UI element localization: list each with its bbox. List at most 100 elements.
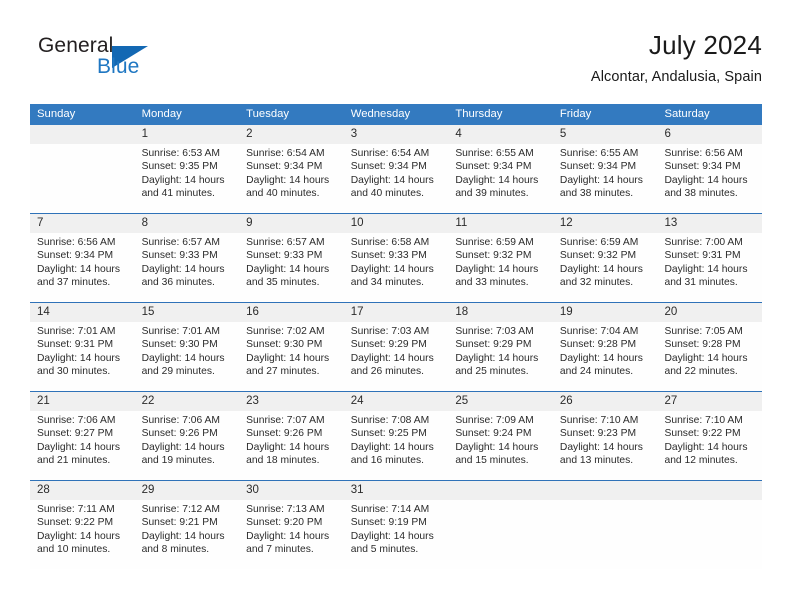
weekday-header-tuesday: Tuesday [246,108,290,120]
day-cell[interactable]: Sunrise: 7:02 AM Sunset: 9:30 PM Daylight:… [239,322,344,391]
day-number[interactable]: 31 [344,481,449,500]
general-blue-logo[interactable]: General Blue [38,34,238,90]
day-number[interactable]: 21 [30,392,135,411]
daylight-text: Daylight: 14 hours and 26 minutes. [350,352,434,377]
sunset-text: Sunset: 9:34 PM [664,161,741,173]
sunrise-text: Sunrise: 6:59 AM [455,237,534,248]
daylight-text: Daylight: 14 hours and 12 minutes. [664,441,748,466]
day-number[interactable]: 19 [553,303,658,322]
day-number[interactable]: 26 [553,392,658,411]
day-number[interactable]: 18 [448,303,553,322]
day-cell[interactable]: Sunrise: 7:10 AM Sunset: 9:23 PM Daylight:… [553,411,658,480]
sunrise-text: Sunrise: 7:06 AM [141,415,220,426]
week-row: 21 22 23 24 25 26 27 Sunrise: 7:06 AM Sunset: 9:… [30,391,762,480]
day-number[interactable]: 27 [657,392,762,411]
day-cell[interactable]: Sunrise: 7:06 AM Sunset: 9:27 PM Daylight:… [30,411,135,480]
sunrise-text: Sunrise: 7:00 AM [664,237,743,248]
sunrise-text: Sunrise: 6:57 AM [246,237,325,248]
day-cell[interactable]: Sunrise: 7:03 AM Sunset: 9:29 PM Daylight:… [448,322,553,391]
day-cell[interactable]: Sunrise: 6:59 AM Sunset: 9:32 PM Daylight:… [553,233,658,302]
day-cell[interactable]: Sunrise: 6:54 AM Sunset: 9:34 PM Daylight:… [344,144,449,213]
sunset-text: Sunset: 9:28 PM [664,339,741,351]
day-cell[interactable]: Sunrise: 6:56 AM Sunset: 9:34 PM Daylight:… [30,233,135,302]
daylight-text: Daylight: 14 hours and 36 minutes. [141,263,225,288]
day-number[interactable]: 17 [344,303,449,322]
day-cell[interactable]: Sunrise: 6:53 AM Sunset: 9:35 PM Daylight:… [135,144,240,213]
day-cell[interactable]: Sunrise: 7:11 AM Sunset: 9:22 PM Daylight:… [30,500,135,569]
sunset-text: Sunset: 9:34 PM [559,161,637,173]
day-detail-row: Sunrise: 7:11 AM Sunset: 9:22 PM Daylight:… [30,500,762,569]
day-number[interactable]: 23 [239,392,344,411]
day-cell[interactable]: Sunrise: 6:57 AM Sunset: 9:33 PM Daylight:… [135,233,240,302]
day-number[interactable]: 22 [135,392,240,411]
day-number[interactable]: 8 [135,214,240,233]
day-cell[interactable]: Sunrise: 7:04 AM Sunset: 9:28 PM Daylight:… [553,322,658,391]
sunset-text: Sunset: 9:25 PM [350,428,427,440]
day-number[interactable]: 12 [553,214,658,233]
day-number[interactable]: 15 [135,303,240,322]
day-cell[interactable]: Sunrise: 6:58 AM Sunset: 9:33 PM Daylight:… [344,233,449,302]
sunset-text: Sunset: 9:21 PM [141,517,218,529]
day-number[interactable]: 16 [239,303,344,322]
day-number[interactable]: 28 [30,481,135,500]
day-number[interactable]: 25 [448,392,553,411]
sunset-text: Sunset: 9:31 PM [37,339,114,351]
sunset-text: Sunset: 9:30 PM [141,339,218,351]
day-number[interactable]: 3 [344,125,449,144]
day-cell[interactable]: Sunrise: 7:03 AM Sunset: 9:29 PM Daylight:… [344,322,449,391]
sunset-text: Sunset: 9:20 PM [246,517,323,529]
sunrise-text: Sunrise: 7:01 AM [141,326,220,337]
day-number[interactable]: 14 [30,303,135,322]
day-cell[interactable]: Sunrise: 6:55 AM Sunset: 9:34 PM Daylight:… [448,144,553,213]
sunrise-text: Sunrise: 6:53 AM [141,148,220,159]
day-cell[interactable]: Sunrise: 6:59 AM Sunset: 9:32 PM Daylight:… [448,233,553,302]
day-cell[interactable]: Sunrise: 7:10 AM Sunset: 9:22 PM Daylight:… [657,411,762,480]
day-number[interactable]: 2 [239,125,344,144]
day-cell-empty [30,144,135,213]
day-number[interactable]: 24 [344,392,449,411]
day-cell[interactable]: Sunrise: 7:01 AM Sunset: 9:31 PM Daylight:… [30,322,135,391]
sunset-text: Sunset: 9:29 PM [350,339,427,351]
daylight-text: Daylight: 14 hours and 15 minutes. [455,441,539,466]
day-number[interactable]: 30 [239,481,344,500]
sunrise-text: Sunrise: 7:03 AM [350,326,430,337]
daylight-text: Daylight: 14 hours and 31 minutes. [664,263,748,288]
day-number[interactable]: 10 [344,214,449,233]
day-number[interactable]: 13 [657,214,762,233]
sunrise-text: Sunrise: 7:06 AM [37,415,116,426]
day-cell[interactable]: Sunrise: 7:14 AM Sunset: 9:19 PM Daylight:… [344,500,449,569]
sunset-text: Sunset: 9:33 PM [141,250,218,262]
day-number-empty [657,481,762,500]
day-cell[interactable]: Sunrise: 7:06 AM Sunset: 9:26 PM Daylight:… [135,411,240,480]
day-number[interactable]: 11 [448,214,553,233]
day-cell[interactable]: Sunrise: 7:12 AM Sunset: 9:21 PM Daylight:… [135,500,240,569]
day-number[interactable]: 9 [239,214,344,233]
sunset-text: Sunset: 9:27 PM [37,428,114,440]
day-number[interactable]: 4 [448,125,553,144]
day-cell[interactable]: Sunrise: 6:55 AM Sunset: 9:34 PM Daylight:… [553,144,658,213]
day-cell[interactable]: Sunrise: 7:01 AM Sunset: 9:30 PM Daylight:… [135,322,240,391]
day-number[interactable]: 7 [30,214,135,233]
sunset-text: Sunset: 9:19 PM [350,517,427,529]
day-cell-empty [448,500,553,569]
day-number[interactable]: 29 [135,481,240,500]
weekday-header-row: Sunday Monday Tuesday Wednesday Thursday… [30,104,762,125]
day-cell[interactable]: Sunrise: 6:57 AM Sunset: 9:33 PM Daylight:… [239,233,344,302]
day-number[interactable]: 6 [657,125,762,144]
weekday-header-sunday: Sunday [37,108,76,120]
sunset-text: Sunset: 9:32 PM [455,250,532,262]
day-cell[interactable]: Sunrise: 7:13 AM Sunset: 9:20 PM Daylight:… [239,500,344,569]
day-number[interactable]: 5 [553,125,658,144]
day-cell[interactable]: Sunrise: 7:09 AM Sunset: 9:24 PM Daylight:… [448,411,553,480]
day-cell[interactable]: Sunrise: 7:07 AM Sunset: 9:26 PM Daylight:… [239,411,344,480]
day-cell[interactable]: Sunrise: 6:54 AM Sunset: 9:34 PM Daylight:… [239,144,344,213]
sunset-text: Sunset: 9:22 PM [664,428,741,440]
day-cell[interactable]: Sunrise: 7:08 AM Sunset: 9:25 PM Daylight:… [344,411,449,480]
day-cell-empty [657,500,762,569]
day-cell[interactable]: Sunrise: 7:00 AM Sunset: 9:31 PM Daylight:… [657,233,762,302]
day-number[interactable]: 1 [135,125,240,144]
day-detail-row: Sunrise: 7:06 AM Sunset: 9:27 PM Daylight:… [30,411,762,480]
day-number[interactable]: 20 [657,303,762,322]
day-cell[interactable]: Sunrise: 7:05 AM Sunset: 9:28 PM Daylight:… [657,322,762,391]
day-cell[interactable]: Sunrise: 6:56 AM Sunset: 9:34 PM Daylight:… [657,144,762,213]
